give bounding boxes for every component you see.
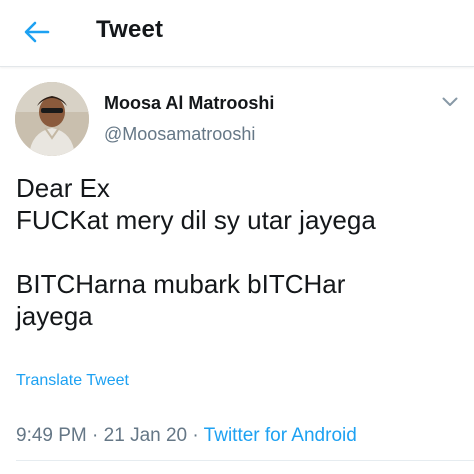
tweet-source-link[interactable]: Twitter for Android	[204, 425, 357, 446]
tweet-body: Dear Ex FUCKat mery dil sy utar jayega B…	[16, 172, 466, 332]
top-app-bar: Tweet	[0, 0, 474, 67]
tweet-line: FUCKat mery dil sy utar jayega	[16, 205, 376, 235]
arrow-left-icon	[24, 21, 50, 43]
author-display-name[interactable]: Moosa Al Matrooshi	[104, 93, 274, 114]
tweet-metadata: 9:49 PM · 21 Jan 20 · Twitter for Androi…	[16, 425, 357, 447]
avatar[interactable]	[15, 82, 89, 156]
tweet-line: Dear Ex	[16, 173, 110, 203]
tweet-date: 21 Jan 20	[103, 425, 188, 446]
tweet-time: 9:49 PM	[16, 425, 87, 446]
tweet-line: BITCHarna mubark bITCHar	[16, 269, 346, 299]
translate-tweet-link[interactable]: Translate Tweet	[16, 372, 129, 390]
divider	[16, 460, 474, 461]
tweet-line: jayega	[16, 301, 93, 331]
meta-separator: ·	[192, 425, 199, 446]
author-handle[interactable]: @Moosamatrooshi	[104, 124, 255, 145]
back-button[interactable]	[22, 18, 52, 46]
page-title: Tweet	[96, 16, 164, 43]
chevron-down-icon	[442, 97, 458, 106]
avatar-image	[15, 82, 89, 156]
tweet-options-button[interactable]	[440, 92, 460, 112]
meta-separator: ·	[92, 425, 99, 446]
